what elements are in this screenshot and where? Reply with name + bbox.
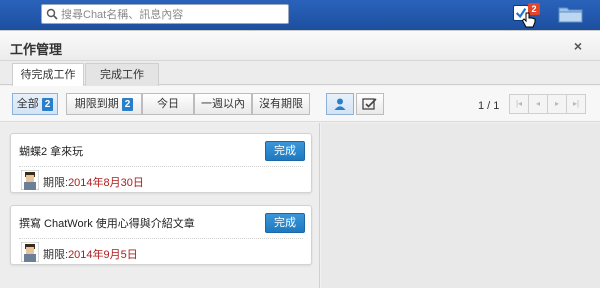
- filter-all-button[interactable]: 全部 2: [12, 93, 58, 115]
- pager-label: 1 / 1: [478, 100, 500, 112]
- filter-all-count: 2: [41, 98, 54, 111]
- task-title: 撰寫 ChatWork 使用心得與介紹文章: [19, 218, 195, 230]
- search-icon: [46, 8, 58, 20]
- deadline-prefix: 期限:: [43, 177, 69, 189]
- search-placeholder: 搜尋Chat名稱、訊息內容: [61, 9, 184, 21]
- filter-due-label: 期限到期: [74, 98, 119, 110]
- deadline-prefix: 期限:: [43, 249, 69, 261]
- deadline-date: 2014年9月5日: [68, 249, 138, 261]
- search-input[interactable]: 搜尋Chat名稱、訊息內容: [41, 4, 289, 24]
- top-bar: 搜尋Chat名稱、訊息內容 2: [0, 0, 600, 30]
- hand-cursor-icon: [521, 12, 536, 28]
- complete-button[interactable]: 完成: [265, 141, 305, 161]
- divider: [19, 238, 303, 239]
- tab-completed[interactable]: 完成工作: [85, 63, 159, 86]
- task-detail-pane: [321, 123, 600, 288]
- folder-icon: [558, 7, 583, 23]
- close-button[interactable]: ×: [574, 38, 582, 54]
- panel-title: 工作管理: [10, 42, 63, 57]
- deadline-date: 2014年8月30日: [68, 177, 144, 189]
- prev-page-button[interactable]: ◂: [528, 94, 548, 114]
- filter-week-button[interactable]: 一週以內: [194, 93, 252, 115]
- first-page-button[interactable]: |◂: [509, 94, 529, 114]
- my-tasks-view-button[interactable]: [326, 93, 354, 115]
- folder-button[interactable]: [558, 4, 584, 24]
- last-page-button[interactable]: ▸|: [566, 94, 586, 114]
- task-deadline: 期限:2014年9月5日: [43, 246, 138, 262]
- next-page-button[interactable]: ▸: [547, 94, 567, 114]
- filter-bar: 全部 2 期限到期 2 今日 一週以內 沒有期限 1 / 1 |◂ ◂ ▸ ▸|: [0, 86, 600, 122]
- filter-all-label: 全部: [16, 98, 39, 110]
- task-card: 撰寫 ChatWork 使用心得與介紹文章 完成 期限:2014年9月5日: [10, 205, 312, 265]
- person-icon: [334, 98, 346, 110]
- task-card: 蝴蝶2 拿來玩 完成 期限:2014年8月30日: [10, 133, 312, 193]
- complete-button[interactable]: 完成: [265, 213, 305, 233]
- assign-check-icon: [362, 98, 377, 110]
- assigned-tasks-view-button[interactable]: [356, 93, 384, 115]
- task-list: 蝴蝶2 拿來玩 完成 期限:2014年8月30日 撰寫 ChatWork 使用心…: [0, 123, 320, 288]
- filter-due-button[interactable]: 期限到期 2: [66, 93, 142, 115]
- task-deadline: 期限:2014年8月30日: [43, 174, 144, 190]
- filter-today-button[interactable]: 今日: [142, 93, 194, 115]
- tab-bar: 待完成工作 完成工作: [0, 61, 600, 86]
- avatar: [21, 170, 39, 190]
- filter-no-deadline-button[interactable]: 沒有期限: [252, 93, 310, 115]
- filter-due-count: 2: [121, 98, 134, 111]
- panel-header: 工作管理 ×: [0, 31, 600, 61]
- divider: [19, 166, 303, 167]
- task-management-panel: 工作管理 × 待完成工作 完成工作 全部 2 期限到期 2 今日 一週以內 沒有期限…: [0, 30, 600, 288]
- avatar: [21, 242, 39, 262]
- task-title: 蝴蝶2 拿來玩: [19, 146, 84, 158]
- tab-pending[interactable]: 待完成工作: [12, 63, 84, 86]
